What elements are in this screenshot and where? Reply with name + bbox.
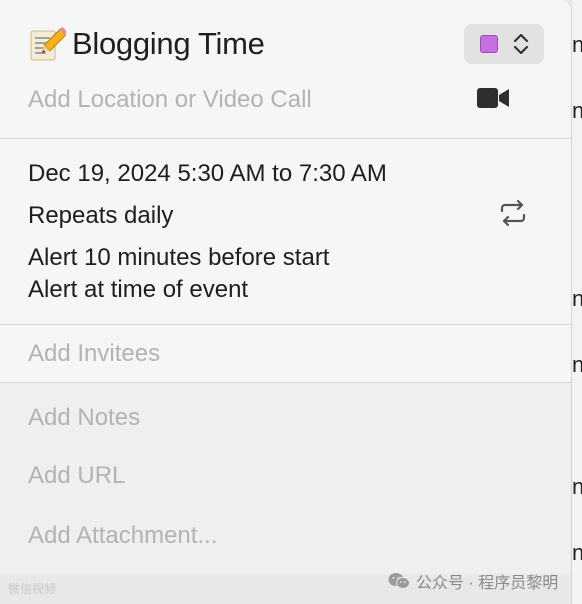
location-input[interactable]: Add Location or Video Call (28, 86, 312, 114)
event-repeat[interactable]: Repeats daily (28, 202, 173, 230)
background-text: n (572, 540, 582, 565)
event-title[interactable]: Blogging Time (72, 26, 265, 62)
chevron-up-down-icon (513, 33, 529, 55)
memo-pencil-icon (30, 26, 66, 61)
background-text: n (572, 474, 582, 499)
video-camera-icon[interactable] (476, 86, 510, 110)
divider (0, 138, 571, 139)
event-popover: Blogging Time Add Location or Video Call… (0, 0, 572, 604)
invitees-input[interactable]: Add Invitees (28, 340, 160, 368)
background-text: n (572, 32, 582, 57)
wechat-icon (388, 573, 410, 589)
notes-input[interactable]: Add Notes (28, 404, 140, 432)
background-text: n (572, 98, 582, 123)
calendar-color-picker[interactable] (464, 24, 544, 64)
background-text: n (572, 352, 582, 377)
event-date-time[interactable]: Dec 19, 2024 5:30 AM to 7:30 AM (28, 160, 387, 188)
repeat-icon (500, 200, 526, 226)
event-title-row[interactable]: Blogging Time (28, 22, 265, 66)
event-alert-2[interactable]: Alert at time of event (28, 276, 248, 304)
background-text: n (572, 286, 582, 311)
url-input[interactable]: Add URL (28, 462, 125, 490)
divider (0, 382, 571, 383)
event-alert-1[interactable]: Alert 10 minutes before start (28, 244, 329, 272)
watermark-right: 公众号 · 程序员黎明 (388, 569, 558, 593)
attachment-button[interactable]: Add Attachment... (28, 522, 217, 550)
watermark-left: 微信视频 (8, 582, 57, 596)
divider (0, 324, 571, 325)
background-calendar-strip: n n n n n n (572, 0, 582, 604)
watermark-right-text: 公众号 · 程序员黎明 (416, 575, 559, 592)
calendar-color-swatch (480, 35, 498, 53)
